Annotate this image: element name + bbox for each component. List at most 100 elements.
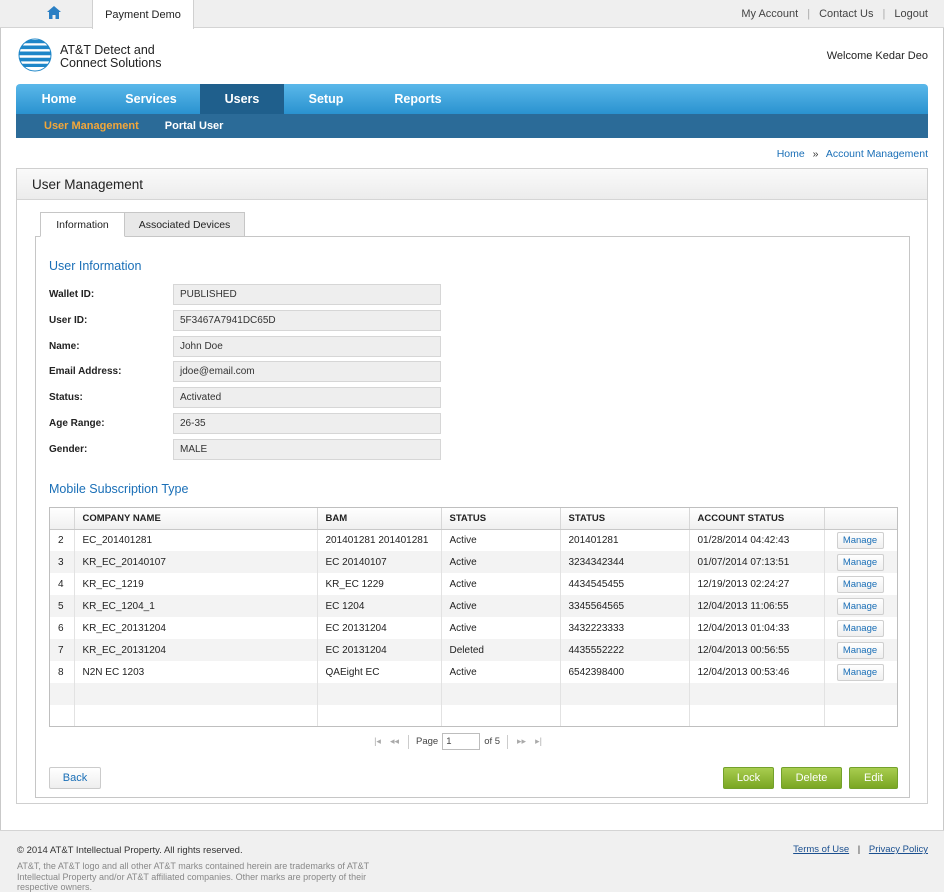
manage-button[interactable]: Manage <box>836 641 884 659</box>
status-cell: Active <box>441 595 561 617</box>
nav-reports[interactable]: Reports <box>368 84 468 114</box>
status-field: Activated <box>173 386 441 408</box>
app-tab[interactable]: Payment Demo <box>92 0 194 29</box>
action-cell: Manage <box>824 573 897 595</box>
form-label: Gender: <box>49 443 88 455</box>
email-row: Email Address: jdoe@email.com <box>49 360 441 382</box>
my-account-link[interactable]: My Account <box>741 8 798 20</box>
manage-button[interactable]: Manage <box>836 531 884 549</box>
status-value-cell: 201401281 <box>560 529 690 551</box>
tab-associated-devices[interactable]: Associated Devices <box>125 212 245 237</box>
company-name-cell: KR_EC_1204_1 <box>74 595 318 617</box>
action-cell: Manage <box>824 529 897 551</box>
breadcrumb-home[interactable]: Home <box>777 148 805 160</box>
wallet-id-row: Wallet ID: PUBLISHED <box>49 283 441 305</box>
page-number-input[interactable]: 1 <box>442 733 481 750</box>
logo-line-1: AT&T Detect and <box>60 42 155 57</box>
account-status-cell: 12/04/2013 00:56:55 <box>689 639 825 661</box>
account-status-cell: 01/28/2014 04:42:43 <box>689 529 825 551</box>
privacy-policy-link[interactable]: Privacy Policy <box>869 844 928 855</box>
column-header[interactable]: ACCOUNT STATUS <box>689 508 825 530</box>
company-name-cell: KR_EC_20131204 <box>74 639 318 661</box>
breadcrumb: Home » Account Management <box>777 148 928 160</box>
account-links: My Account | Contact Us | Logout <box>741 8 928 20</box>
column-header[interactable]: BAM <box>317 508 442 530</box>
subscription-table: COMPANY NAME BAM STATUS STATUS ACCOUNT S… <box>49 507 898 727</box>
first-page-icon[interactable]: |◂ <box>371 736 384 747</box>
prev-page-icon[interactable]: ◂◂ <box>388 736 401 747</box>
row-number: 8 <box>50 661 75 683</box>
home-tab[interactable] <box>16 0 92 28</box>
logo-line-2: Connect Solutions <box>60 55 162 70</box>
row-number: 5 <box>50 595 75 617</box>
nav-services[interactable]: Services <box>102 84 200 114</box>
page-label: Page <box>416 736 439 747</box>
name-row: Name: John Doe <box>49 335 441 357</box>
column-header[interactable]: STATUS <box>441 508 561 530</box>
nav-users[interactable]: Users <box>200 84 284 114</box>
subnav-user-management[interactable]: User Management <box>44 120 139 132</box>
bam-cell: KR_EC 1229 <box>317 573 442 595</box>
terms-of-use-link[interactable]: Terms of Use <box>793 844 849 855</box>
form-label: Email Address: <box>49 365 122 377</box>
account-status-cell: 12/19/2013 02:24:27 <box>689 573 825 595</box>
back-button[interactable]: Back <box>49 767 101 789</box>
logo-text: AT&T Detect and Connect Solutions <box>60 42 162 70</box>
manage-button[interactable]: Manage <box>836 553 884 571</box>
bam-cell: EC 20140107 <box>317 551 442 573</box>
breadcrumb-separator: » <box>812 148 819 160</box>
divider <box>507 734 509 749</box>
bam-cell: EC 1204 <box>317 595 442 617</box>
tab-content: User Information Wallet ID: PUBLISHED Us… <box>35 236 910 798</box>
mobile-subscription-heading: Mobile Subscription Type <box>49 482 189 496</box>
edit-button[interactable]: Edit <box>849 767 898 789</box>
manage-button[interactable]: Manage <box>836 663 884 681</box>
bam-cell: QAEight EC <box>317 661 442 683</box>
tab-bar: Information Associated Devices <box>40 212 245 237</box>
lock-button[interactable]: Lock <box>723 767 774 789</box>
status-value-cell: 3234342344 <box>560 551 690 573</box>
nav-setup[interactable]: Setup <box>284 84 368 114</box>
footer: © 2014 AT&T Intellectual Property. All r… <box>0 830 944 892</box>
contact-us-link[interactable]: Contact Us <box>819 8 873 20</box>
account-status-cell: 12/04/2013 11:06:55 <box>689 595 825 617</box>
pagination: |◂ ◂◂ Page 1 of 5 ▸▸ ▸| <box>371 733 545 750</box>
status-cell: Active <box>441 551 561 573</box>
last-page-icon[interactable]: ▸| <box>532 736 545 747</box>
column-header[interactable]: COMPANY NAME <box>74 508 318 530</box>
tab-information[interactable]: Information <box>40 212 125 237</box>
column-header <box>824 508 897 530</box>
gender-field: MALE <box>173 438 441 460</box>
column-header <box>50 508 75 530</box>
user-management-panel: User Management Information Associated D… <box>16 168 928 804</box>
logout-link[interactable]: Logout <box>894 8 928 20</box>
user-id-row: User ID: 5F3467A7941DC65D <box>49 309 441 331</box>
age-range-field: 26-35 <box>173 412 441 434</box>
manage-button[interactable]: Manage <box>836 619 884 637</box>
breadcrumb-account-management[interactable]: Account Management <box>826 148 928 160</box>
empty-row <box>50 705 897 726</box>
wallet-id-field: PUBLISHED <box>173 283 441 305</box>
delete-button[interactable]: Delete <box>781 767 842 789</box>
manage-button[interactable]: Manage <box>836 597 884 615</box>
subnav-portal-user[interactable]: Portal User <box>165 120 224 132</box>
status-cell: Deleted <box>441 639 561 661</box>
bam-cell: 201401281 201401281 <box>317 529 442 551</box>
action-cell: Manage <box>824 595 897 617</box>
gender-row: Gender: MALE <box>49 438 441 460</box>
bam-cell: EC 20131204 <box>317 639 442 661</box>
divider: | <box>882 8 886 20</box>
column-header[interactable]: STATUS <box>560 508 690 530</box>
table-row: 7 KR_EC_20131204 EC 20131204 Deleted 443… <box>50 639 897 661</box>
legal-text: AT&T, the AT&T logo and all other AT&T m… <box>17 861 370 892</box>
manage-button[interactable]: Manage <box>836 575 884 593</box>
company-name-cell: KR_EC_1219 <box>74 573 318 595</box>
action-cell: Manage <box>824 661 897 683</box>
table-row: 5 KR_EC_1204_1 EC 1204 Active 3345564565… <box>50 595 897 617</box>
next-page-icon[interactable]: ▸▸ <box>515 736 528 747</box>
home-icon[interactable] <box>47 6 61 22</box>
row-number: 6 <box>50 617 75 639</box>
status-value-cell: 6542398400 <box>560 661 690 683</box>
action-cell: Manage <box>824 551 897 573</box>
nav-home[interactable]: Home <box>16 84 102 114</box>
